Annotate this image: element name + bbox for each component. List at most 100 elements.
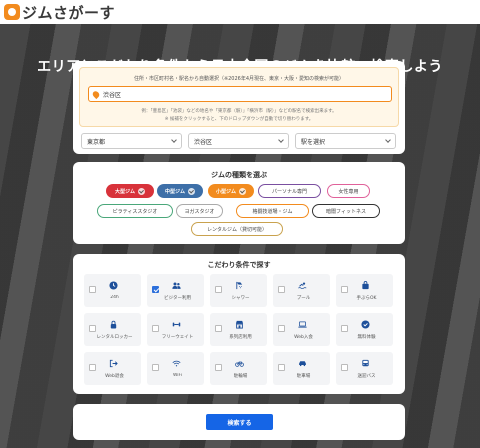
search-button[interactable]: 検索する [206, 414, 273, 430]
gym-type-label: 女性専用 [338, 188, 359, 195]
gym-type-tag[interactable]: ヨガスタジオ [176, 204, 223, 218]
prefecture-select[interactable]: 東京都 [81, 133, 182, 149]
gym-type-tag[interactable]: 暗闇フィットネス [312, 204, 380, 218]
condition-option[interactable]: Web入会 [273, 313, 330, 346]
badge-check-icon [361, 320, 370, 329]
condition-checkbox[interactable] [215, 364, 222, 371]
condition-option[interactable]: 駐輪場 [210, 352, 267, 385]
gym-type-tag[interactable]: 女性専用 [327, 184, 370, 198]
condition-option[interactable]: フリーウェイト [147, 313, 204, 346]
condition-option[interactable]: ビジター利用 [147, 274, 204, 307]
notice-text: 住所・市区町村名・駅名から自動選択（※2026年4月現在、東京・大阪・愛知の検索… [133, 76, 345, 82]
dumbbell-icon [172, 320, 181, 329]
hint-text-2: ※ 候補をクリックすると、下のドロップダウンが自動で切り替わります。 [164, 117, 314, 122]
location-notice: 住所・市区町村名・駅名から自動選択（※2026年4月現在、東京・大阪・愛知の検索… [79, 67, 399, 127]
condition-checkbox[interactable] [89, 325, 96, 332]
condition-label: WiFi [172, 373, 183, 378]
condition-label: プール [296, 296, 311, 301]
condition-option[interactable]: 送迎バス [336, 352, 393, 385]
pool-icon [298, 281, 307, 290]
condition-label: 駐車場 [296, 374, 311, 379]
gym-type-tag[interactable]: パーソナル専門 [258, 184, 321, 198]
city-select-value: 渋谷区 [194, 138, 213, 146]
check-icon [138, 187, 145, 195]
condition-option[interactable]: 手ぶらOK [336, 274, 393, 307]
condition-checkbox[interactable] [152, 286, 159, 293]
condition-label: Web退会 [105, 374, 124, 379]
gym-type-label: 格闘技道場・ジム [252, 208, 293, 215]
condition-option[interactable]: WiFi [147, 352, 204, 385]
condition-checkbox[interactable] [341, 364, 348, 371]
station-select[interactable]: 駅を選択 [295, 133, 396, 149]
logo-text: ジムさがーす [22, 3, 116, 22]
gym-type-label: 小型ジム [215, 188, 236, 195]
condition-checkbox[interactable] [278, 364, 285, 371]
bus-icon [361, 359, 370, 368]
site-logo[interactable]: ジムさがーす [4, 2, 115, 23]
wifi-icon [172, 359, 181, 368]
condition-option[interactable]: レンタルロッカー [84, 313, 141, 346]
chevron-down-icon [171, 137, 177, 143]
condition-label: レンタルロッカー [96, 335, 133, 340]
gym-type-tag[interactable]: レンタルジム（貸切可能） [191, 222, 283, 236]
condition-checkbox[interactable] [152, 325, 159, 332]
location-input-value: 渋谷区 [103, 91, 122, 99]
condition-checkbox[interactable] [152, 364, 159, 371]
gym-type-label: レンタルジム（貸切可能） [206, 226, 267, 233]
gym-type-label: 暗闇フィットネス [326, 208, 366, 215]
gym-type-card: ジムの種類を選ぶ 大型ジム 中型ジム 小型ジム パーソナル専門 女性専用ピラティススタジ… [73, 162, 405, 244]
condition-label: 駐輪場 [233, 374, 248, 379]
condition-checkbox[interactable] [89, 364, 96, 371]
condition-option[interactable]: シャワー [210, 274, 267, 307]
search-card: 検索する [73, 404, 405, 440]
location-search-card: 住所・市区町村名・駅名から自動選択（※2026年4月現在、東京・大阪・愛知の検索… [73, 61, 405, 154]
check-icon [239, 187, 246, 195]
condition-option[interactable]: Web退会 [84, 352, 141, 385]
condition-checkbox[interactable] [341, 286, 348, 293]
users-icon [172, 281, 181, 290]
city-select[interactable]: 渋谷区 [188, 133, 289, 149]
condition-option[interactable]: 系列店利用 [210, 313, 267, 346]
condition-option[interactable]: プール [273, 274, 330, 307]
location-input[interactable]: 渋谷区 [88, 86, 392, 102]
condition-checkbox[interactable] [89, 286, 96, 293]
condition-checkbox[interactable] [341, 325, 348, 332]
station-select-value: 駅を選択 [301, 138, 326, 146]
condition-label: 無料体験 [357, 335, 376, 340]
condition-option[interactable]: 無料体験 [336, 313, 393, 346]
chevron-down-icon [385, 137, 391, 143]
condition-label: 手ぶらOK [356, 296, 377, 301]
store-icon [235, 320, 244, 329]
condition-label: シャワー [231, 296, 250, 301]
gym-type-tag[interactable]: 大型ジム [106, 184, 154, 198]
car-icon [298, 359, 307, 368]
condition-label: フリーウェイト [161, 335, 194, 340]
condition-checkbox[interactable] [215, 286, 222, 293]
condition-checkbox[interactable] [278, 325, 285, 332]
gym-type-label: 大型ジム [114, 188, 135, 195]
condition-option[interactable]: 24h [84, 274, 141, 307]
condition-checkbox[interactable] [278, 286, 285, 293]
condition-checkbox[interactable] [215, 325, 222, 332]
gym-type-tag[interactable]: 小型ジム [208, 184, 254, 198]
conditions-title: こだわり条件で探す [207, 261, 271, 269]
gym-type-tag[interactable]: 格闘技道場・ジム [236, 204, 309, 218]
condition-option[interactable]: 駐車場 [273, 352, 330, 385]
gym-type-label: ヨガスタジオ [184, 208, 215, 215]
gym-type-label: ピラティススタジオ [112, 208, 158, 215]
gym-type-tag[interactable]: 中型ジム [157, 184, 203, 198]
chevron-down-icon [278, 137, 284, 143]
site-header: ジムさがーす [0, 0, 480, 24]
shower-icon [235, 281, 244, 290]
gym-type-title: ジムの種類を選ぶ [211, 171, 267, 179]
bicycle-icon [235, 359, 244, 368]
gym-type-tag[interactable]: ピラティススタジオ [97, 204, 173, 218]
map-pin-icon [91, 89, 101, 99]
laptop-icon [298, 320, 307, 329]
condition-label: Web入会 [294, 335, 313, 340]
logout-icon [109, 359, 118, 368]
check-icon [188, 187, 195, 195]
bag-icon [361, 281, 370, 290]
logo-icon [4, 4, 20, 20]
prefecture-select-value: 東京都 [87, 138, 106, 146]
